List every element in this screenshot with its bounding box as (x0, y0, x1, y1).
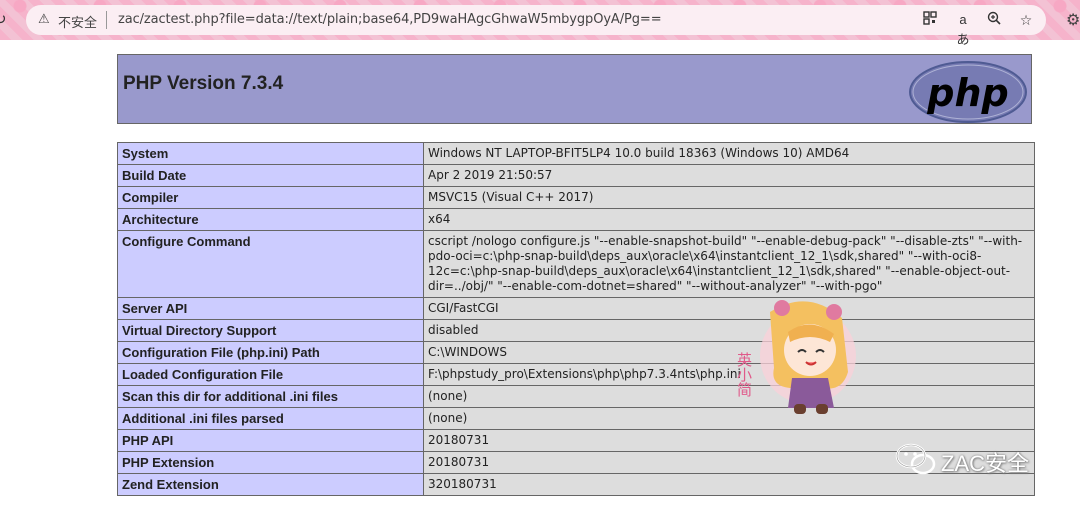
row-key: PHP Extension (117, 451, 424, 474)
row-key: Additional .ini files parsed (117, 407, 424, 430)
row-key: Build Date (117, 164, 424, 187)
wechat-icon (895, 443, 936, 475)
row-key: PHP API (117, 429, 424, 452)
row-key: Compiler (117, 186, 424, 209)
php-version-header: PHP Version 7.3.4 php (117, 54, 1032, 124)
row-value: F:\phpstudy_pro\Extensions\php\php7.3.4n… (423, 363, 1035, 386)
row-value: C:\WINDOWS (423, 341, 1035, 364)
table-row: Server API CGI/FastCGI (117, 297, 1035, 320)
anime-sticker-image: 英小简 (735, 300, 856, 414)
row-value: cscript /nologo configure.js "--enable-s… (423, 230, 1035, 298)
row-key: Loaded Configuration File (117, 363, 424, 386)
table-row: Compiler MSVC15 (Visual C++ 2017) (117, 186, 1035, 209)
table-row: Build Date Apr 2 2019 21:50:57 (117, 164, 1035, 187)
row-value: x64 (423, 208, 1035, 231)
table-row: Configure Command cscript /nologo configu… (117, 230, 1035, 298)
wechat-watermark: ZAC安全 (895, 442, 1029, 476)
row-value: Apr 2 2019 21:50:57 (423, 164, 1035, 187)
zoom-icon[interactable] (984, 10, 1004, 30)
php-logo-text: php (926, 71, 1008, 115)
row-value: (none) (423, 385, 1035, 408)
row-value: (none) (423, 407, 1035, 430)
table-row: Zend Extension 320180731 (117, 473, 1035, 496)
sticker-text: 英小简 (735, 351, 753, 398)
extension-icon[interactable]: ⚙ (1066, 10, 1080, 30)
table-row: Configuration File (php.ini) Path C:\WIND… (117, 341, 1035, 364)
row-key: Scan this dir for additional .ini files (117, 385, 424, 408)
row-value: disabled (423, 319, 1035, 342)
row-key: Configuration File (php.ini) Path (117, 341, 424, 364)
favorite-icon[interactable]: ☆ (1016, 10, 1036, 30)
table-row: Scan this dir for additional .ini files(… (117, 385, 1035, 408)
table-row: Virtual Directory Support disabled (117, 319, 1035, 342)
table-row: Loaded Configuration File F:\phpstudy_pro… (117, 363, 1035, 386)
row-value: Windows NT LAPTOP-BFIT5LP4 10.0 build 18… (423, 142, 1035, 165)
warning-icon[interactable]: ⚠ (38, 11, 50, 27)
row-key: Zend Extension (117, 473, 424, 496)
reload-icon[interactable]: ↻ (0, 10, 7, 28)
table-row: Architecture x64 (117, 208, 1035, 231)
table-row: Additional .ini files parsed (none) (117, 407, 1035, 430)
qr-code-icon[interactable] (920, 10, 940, 30)
watermark-brand: ZAC安全 (941, 451, 1030, 476)
insecure-label[interactable]: 不安全 (58, 12, 97, 31)
php-logo[interactable]: php (909, 61, 1027, 123)
row-key: System (117, 142, 424, 165)
translate-icon[interactable]: aあ (953, 10, 973, 47)
row-key: Server API (117, 297, 424, 320)
table-row: System Windows NT LAPTOP-BFIT5LP4 10.0 bu… (117, 142, 1035, 165)
page-title: PHP Version 7.3.4 (123, 73, 284, 94)
row-key: Virtual Directory Support (117, 319, 424, 342)
address-bar[interactable]: ⚠ 不安全 zac/zactest.php?file=data://text/p… (26, 5, 1046, 47)
address-divider (106, 11, 107, 29)
row-value: CGI/FastCGI (423, 297, 1035, 320)
row-value: MSVC15 (Visual C++ 2017) (423, 186, 1035, 209)
row-key: Configure Command (117, 230, 424, 298)
browser-toolbar: ↻ ⚠ 不安全 zac/zactest.php?file=data://text… (0, 0, 1080, 47)
url-text[interactable]: zac/zactest.php?file=data://text/plain;b… (118, 12, 662, 27)
row-key: Architecture (117, 208, 424, 231)
